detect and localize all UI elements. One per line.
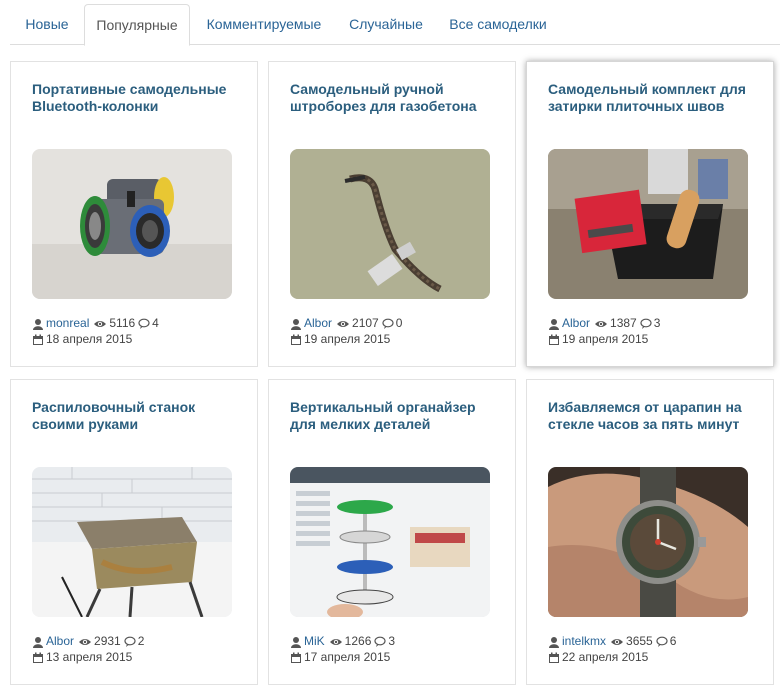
calendar-icon <box>291 652 301 663</box>
post-card: Распиловочный станок своими руками Albor <box>10 379 258 685</box>
user-icon <box>291 318 301 330</box>
post-comments: 4 <box>152 316 159 330</box>
post-author[interactable]: monreal <box>46 316 89 331</box>
post-card: Самодельный комплект для затирки плиточн… <box>526 61 774 367</box>
post-card: Портативные самодельные Bluetooth-колонк… <box>10 61 258 367</box>
post-title[interactable]: Распиловочный станок своими руками <box>32 399 247 433</box>
calendar-icon <box>33 652 43 663</box>
post-image-grout-kit[interactable] <box>548 149 748 299</box>
calendar-icon <box>291 334 301 345</box>
post-image-parts-organizer[interactable] <box>290 467 490 617</box>
post-views: 1266 <box>344 634 372 648</box>
post-comments: 3 <box>388 634 396 648</box>
post-card: Избавляемся от царапин на стекле часов з… <box>526 379 774 685</box>
post-date: 17 апреля 2015 <box>304 650 391 664</box>
comment-icon <box>656 636 668 647</box>
comment-icon <box>138 318 150 329</box>
post-meta-stats: monreal 5116 4 <box>32 316 162 331</box>
calendar-icon <box>549 652 559 663</box>
post-image-wristwatch[interactable] <box>548 467 748 617</box>
post-image-bluetooth-speaker[interactable] <box>32 149 232 299</box>
post-card: Вертикальный органайзер для мелких детал… <box>268 379 516 685</box>
tab-all-crafts[interactable]: Все самоделки <box>438 4 558 45</box>
post-comments: 6 <box>669 634 677 648</box>
tab-new[interactable]: Новые <box>12 4 82 45</box>
user-icon <box>549 318 559 330</box>
eye-icon <box>611 638 624 645</box>
post-meta-stats: Albor 2107 0 <box>290 316 405 331</box>
user-icon <box>549 636 559 648</box>
eye-icon <box>595 320 608 327</box>
post-date: 19 апреля 2015 <box>562 332 649 346</box>
post-date: 18 апреля 2015 <box>46 332 133 346</box>
post-comments: 3 <box>653 316 661 330</box>
post-comments: 0 <box>395 316 403 330</box>
post-meta-date: 19 апреля 2015 <box>290 332 390 347</box>
post-views: 1387 <box>610 316 637 330</box>
tab-random[interactable]: Случайные <box>336 4 436 45</box>
post-title[interactable]: Избавляемся от царапин на стекле часов з… <box>548 399 763 433</box>
tab-commented[interactable]: Комментируемые <box>194 4 334 45</box>
post-meta-date: 22 апреля 2015 <box>548 650 648 665</box>
post-card: Самодельный ручной штроборез для газобет… <box>268 61 516 367</box>
comment-icon <box>124 636 136 647</box>
user-icon <box>291 636 301 648</box>
eye-icon <box>337 320 350 327</box>
post-comments: 2 <box>137 634 145 648</box>
post-author[interactable]: Albor <box>46 634 74 649</box>
eye-icon <box>79 638 92 645</box>
tab-popular[interactable]: Популярные <box>84 4 190 46</box>
post-title[interactable]: Самодельный ручной штроборез для газобет… <box>290 81 505 115</box>
eye-icon <box>94 320 107 327</box>
post-meta-stats: Albor 1387 3 <box>548 316 663 331</box>
post-title[interactable]: Вертикальный органайзер для мелких детал… <box>290 399 505 433</box>
post-views: 5116 <box>109 316 136 330</box>
comment-icon <box>640 318 652 329</box>
user-icon <box>33 636 43 648</box>
post-meta-date: 17 апреля 2015 <box>290 650 390 665</box>
post-date: 19 апреля 2015 <box>304 332 391 346</box>
post-meta-stats: Albor 2931 2 <box>32 634 147 649</box>
post-views: 3655 <box>626 634 653 648</box>
post-date: 22 апреля 2015 <box>562 650 649 664</box>
post-image-wall-chaser-tool[interactable] <box>290 149 490 299</box>
post-date: 13 апреля 2015 <box>46 650 133 664</box>
post-author[interactable]: intelkmx <box>562 634 606 649</box>
post-image-saw-table[interactable] <box>32 467 232 617</box>
post-meta-date: 18 апреля 2015 <box>32 332 132 347</box>
tab-bar: Новые Популярные Комментируемые Случайны… <box>10 0 780 46</box>
post-title[interactable]: Самодельный комплект для затирки плиточн… <box>548 81 763 115</box>
comment-icon <box>374 636 386 647</box>
eye-icon <box>329 638 342 645</box>
post-meta-stats: MiK 1266 3 <box>290 634 398 649</box>
user-icon <box>33 318 43 330</box>
post-meta-date: 13 апреля 2015 <box>32 650 132 665</box>
post-author[interactable]: Albor <box>562 316 590 331</box>
post-views: 2931 <box>94 634 121 648</box>
calendar-icon <box>549 334 559 345</box>
post-author[interactable]: Albor <box>304 316 332 331</box>
comment-icon <box>382 318 394 329</box>
post-author[interactable]: MiK <box>304 634 325 649</box>
post-meta-stats: intelkmx 3655 6 <box>548 634 679 649</box>
post-meta-date: 19 апреля 2015 <box>548 332 648 347</box>
calendar-icon <box>33 334 43 345</box>
post-views: 2107 <box>352 316 379 330</box>
post-title[interactable]: Портативные самодельные Bluetooth-колонк… <box>32 81 247 115</box>
